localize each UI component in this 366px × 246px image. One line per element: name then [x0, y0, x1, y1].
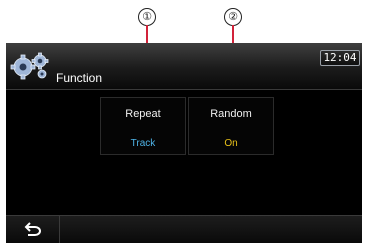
header-bar: Function 12:04	[6, 43, 362, 90]
function-screen: Function 12:04 Repeat Track Random On	[6, 43, 362, 243]
page-title: Function	[56, 71, 103, 85]
gear-icon	[10, 52, 49, 80]
clock-display: 12:04	[320, 50, 360, 66]
random-value: On	[224, 138, 238, 149]
random-label: Random	[210, 108, 252, 120]
callout-2: ②	[224, 8, 242, 26]
repeat-label: Repeat	[125, 108, 161, 120]
repeat-value: Track	[130, 138, 156, 149]
repeat-button[interactable]: Repeat Track	[100, 97, 186, 155]
callout-1: ①	[138, 8, 156, 26]
footer-bar	[6, 215, 362, 243]
back-button[interactable]	[6, 216, 60, 243]
back-arrow-icon	[24, 222, 41, 236]
random-button[interactable]: Random On	[188, 97, 274, 155]
